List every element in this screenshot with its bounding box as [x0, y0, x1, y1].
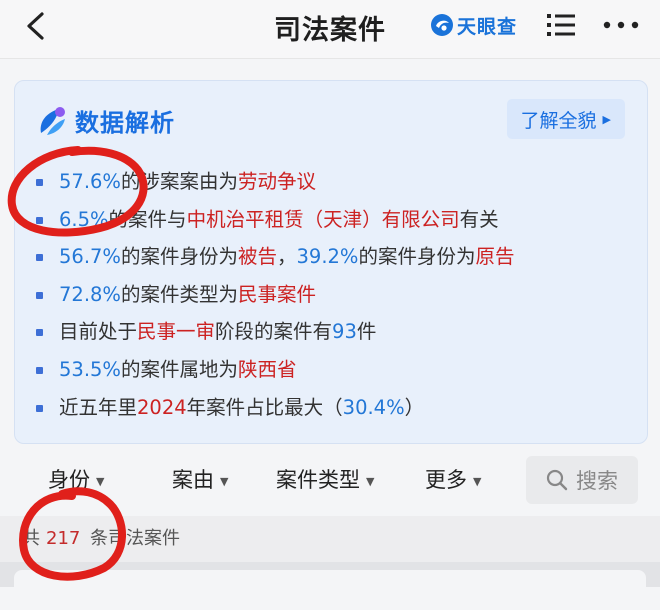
- analysis-item: 6.5%的案件与中机治平租赁（天津）有限公司有关: [33, 205, 633, 243]
- brand-name: 天眼查: [457, 15, 518, 38]
- bullet-icon: [36, 216, 43, 224]
- case-type-filter-label: 案件类型: [276, 468, 360, 492]
- dropdown-arrow-icon: ▼: [220, 475, 229, 488]
- analysis-item: 53.5%的案件属地为陕西省: [33, 355, 633, 393]
- item-text: ，: [276, 245, 297, 269]
- case-count-bar: 共 217 条司法案件: [0, 516, 660, 562]
- identity-filter[interactable]: 身份 ▼: [48, 452, 104, 508]
- item-text: 目前处于: [59, 320, 138, 344]
- bullet-icon: [36, 329, 43, 337]
- analysis-logo-icon: [40, 106, 65, 135]
- top-bar: 司法案件 天眼查: [0, 0, 660, 59]
- bullet-icon: [36, 366, 43, 374]
- highlight-term[interactable]: 2024: [137, 396, 187, 419]
- case-type-filter[interactable]: 案件类型 ▼: [276, 452, 374, 508]
- search-label: 搜索: [576, 469, 618, 493]
- dropdown-arrow-icon: ▼: [366, 475, 375, 488]
- dropdown-arrow-icon: ▼: [96, 475, 105, 488]
- item-text: 的涉案案由为: [120, 170, 238, 193]
- learn-more-label: 了解全貌: [520, 109, 597, 132]
- highlight-term[interactable]: 劳动争议: [238, 170, 316, 193]
- stat-value: 72.8%: [59, 282, 121, 306]
- stat-value: 53.5%: [59, 357, 121, 381]
- highlight-term[interactable]: 民事一审: [137, 320, 215, 343]
- learn-more-button[interactable]: 了解全貌 ▶: [506, 99, 625, 139]
- analysis-item: 近五年里2024年案件占比最大（30.4%）: [33, 393, 633, 431]
- item-text: 阶段的案件有: [215, 320, 333, 344]
- analysis-item: 72.8%的案件类型为民事案件: [33, 280, 633, 318]
- cause-filter[interactable]: 案由 ▼: [172, 452, 228, 508]
- item-text: 近五年里: [59, 395, 138, 419]
- item-text: 的案件身份为: [358, 245, 476, 269]
- data-analysis-card: 数据解析 了解全貌 ▶ 57.6%的涉案案由为劳动争议 6.5%的案件与中机治平租…: [14, 80, 648, 444]
- item-text: 年案件占比最大（: [186, 395, 343, 419]
- tianyancha-logo-icon: [431, 14, 453, 36]
- bullet-icon: [36, 291, 43, 299]
- analysis-item: 56.7%的案件身份为被告，39.2%的案件身份为原告: [33, 242, 633, 280]
- stat-value: 93: [332, 320, 357, 344]
- analysis-item: 57.6%的涉案案由为劳动争议: [33, 167, 633, 205]
- item-text: 的案件属地为: [120, 357, 238, 381]
- brand-logo: 天眼查: [430, 11, 517, 39]
- case-list-card: [14, 570, 646, 610]
- caret-right-icon: ▶: [602, 112, 611, 126]
- analysis-list: 57.6%的涉案案由为劳动争议 6.5%的案件与中机治平租赁（天津）有限公司有关 5…: [33, 167, 633, 430]
- identity-filter-label: 身份: [48, 468, 90, 492]
- more-options-icon[interactable]: [602, 12, 640, 38]
- stat-value: 30.4%: [342, 395, 405, 419]
- item-text: 件: [356, 320, 377, 344]
- highlight-term[interactable]: 原告: [475, 245, 514, 268]
- stat-value: 6.5%: [59, 207, 109, 231]
- stat-value: 56.7%: [59, 245, 121, 269]
- dropdown-arrow-icon: ▼: [473, 475, 482, 488]
- count-prefix: 共: [22, 528, 40, 549]
- analysis-item: 目前处于民事一审阶段的案件有93件: [33, 317, 633, 355]
- list-menu-icon[interactable]: [547, 12, 575, 38]
- stat-value: 57.6%: [59, 170, 121, 193]
- item-text: 的案件类型为: [120, 282, 238, 306]
- more-filter[interactable]: 更多 ▼: [425, 452, 481, 508]
- bullet-icon: [36, 254, 43, 262]
- stat-value: 39.2%: [296, 245, 359, 269]
- highlight-term[interactable]: 中机治平租赁（天津）有限公司: [187, 208, 460, 231]
- filter-bar: 身份 ▼ 案由 ▼ 案件类型 ▼ 更多 ▼ 搜索: [0, 452, 660, 508]
- cause-filter-label: 案由: [172, 468, 214, 492]
- card-title: 数据解析: [75, 109, 175, 137]
- item-text: 的案件身份为: [120, 245, 238, 269]
- count-suffix: 条司法案件: [90, 528, 180, 549]
- case-count-number: 217: [46, 528, 81, 549]
- card-header: 数据解析: [37, 103, 175, 138]
- search-icon: [546, 469, 568, 491]
- search-button[interactable]: 搜索: [526, 456, 638, 504]
- highlight-term[interactable]: 陕西省: [238, 358, 297, 381]
- item-text: 的案件与: [108, 207, 187, 231]
- highlight-term[interactable]: 被告: [238, 245, 277, 268]
- bullet-icon: [36, 179, 43, 186]
- more-filter-label: 更多: [425, 468, 467, 492]
- item-text: 有关: [459, 207, 499, 231]
- highlight-term[interactable]: 民事案件: [238, 283, 316, 306]
- item-text: ）: [404, 395, 425, 419]
- bullet-icon: [36, 404, 43, 412]
